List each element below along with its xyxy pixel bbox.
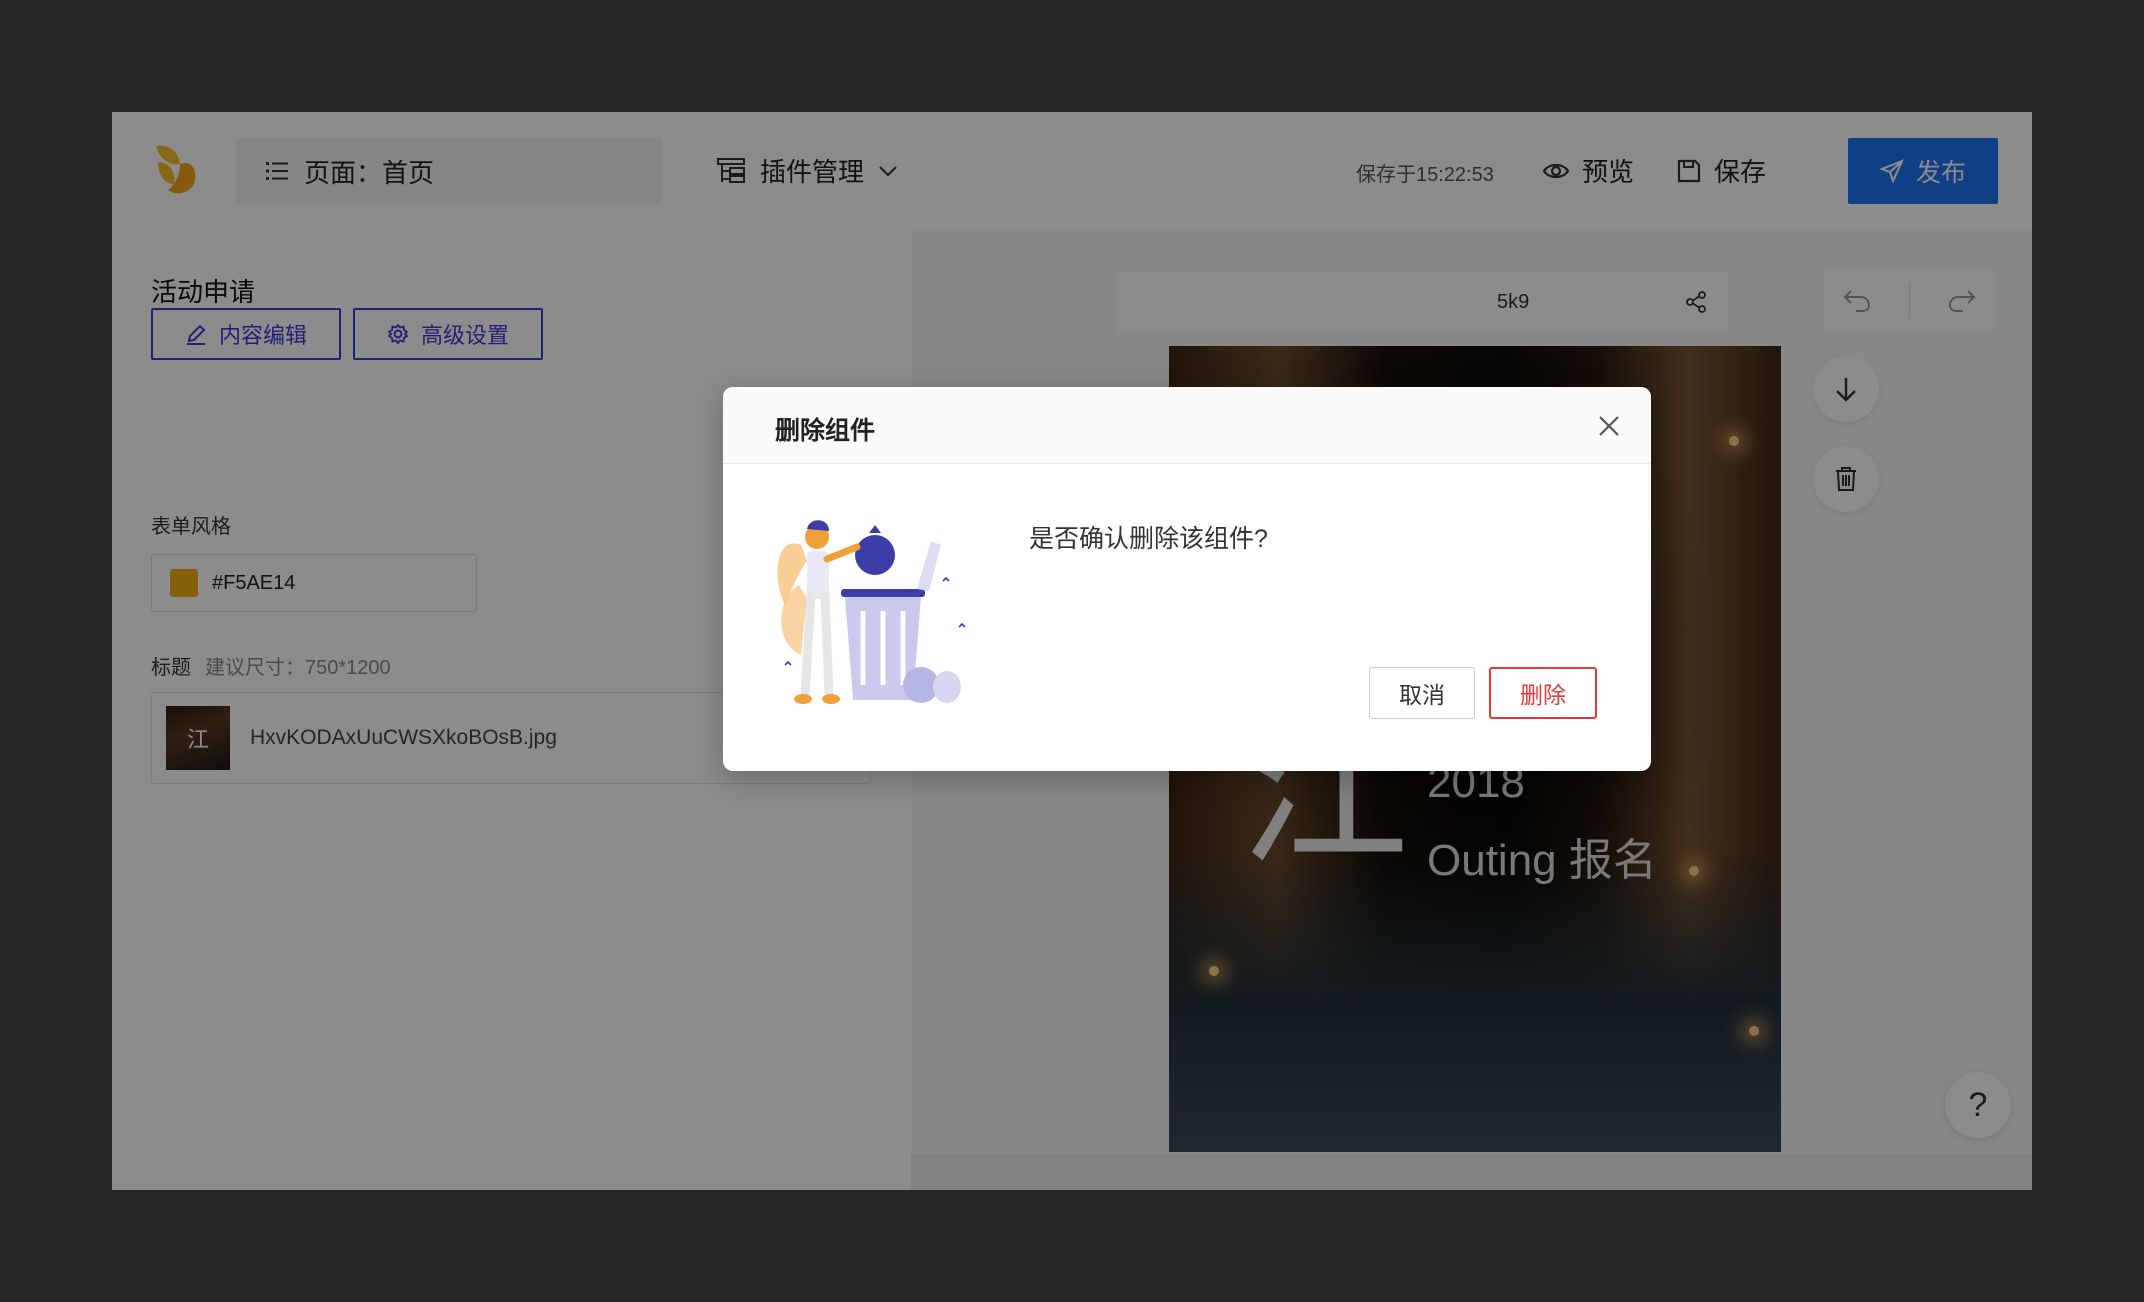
confirm-delete-button[interactable]: 删除 [1489, 667, 1597, 719]
dialog-message: 是否确认删除该组件? [1029, 525, 1268, 553]
dialog-header: 删除组件 [723, 387, 1651, 464]
delete-component-dialog: 删除组件 是否确认删除该组件? 取消 删除 [723, 387, 1651, 771]
trash-illustration [777, 520, 966, 704]
dialog-title: 删除组件 [775, 417, 876, 445]
close-icon[interactable] [1594, 411, 1624, 441]
cancel-button[interactable]: 取消 [1369, 667, 1475, 719]
app-window: 页面：首页 插件管理 保存于15:22:53 预览 保存 发布 活动申请 内容编… [112, 112, 2032, 1190]
